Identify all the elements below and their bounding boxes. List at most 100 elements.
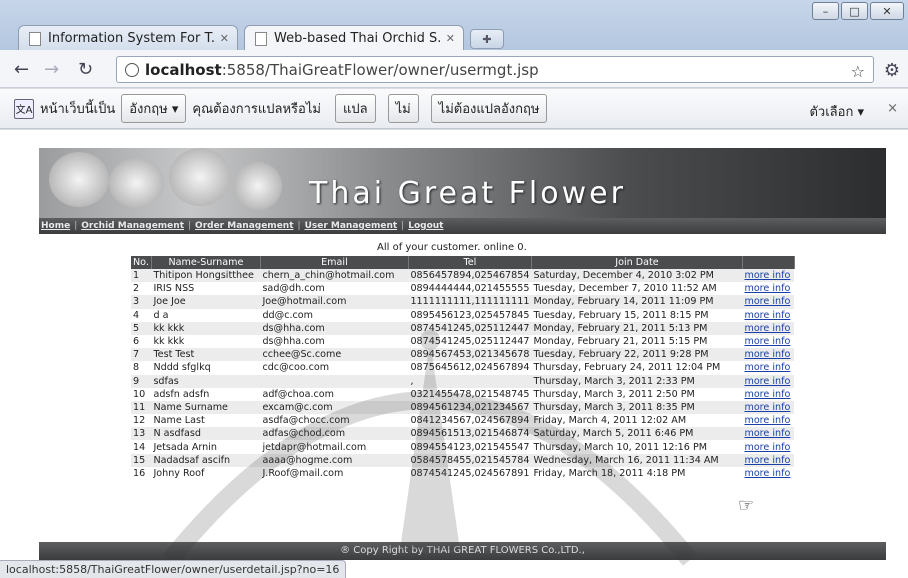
more-info-link[interactable]: more info <box>742 400 795 415</box>
menu-user-management[interactable]: User Management <box>305 221 398 231</box>
cell-no: 13 <box>131 427 152 441</box>
options-menu[interactable]: ตัวเลือก ▾ <box>809 101 864 122</box>
new-tab-button[interactable]: ✚ <box>470 29 504 49</box>
more-info-link[interactable]: more info <box>742 427 795 441</box>
cell-name: N asdfasd <box>151 427 261 441</box>
table-row: 10 adsfn adsfn adf@choa.com 0321455478,0215… <box>131 387 795 401</box>
more-info-link[interactable]: more info <box>742 387 795 401</box>
orchid-image <box>169 148 231 206</box>
cell-name: adsfn adsfn <box>151 387 261 401</box>
table-row: 3 Joe Joe Joe@hotmail.com 1111111111,111111… <box>131 295 795 309</box>
more-info-link[interactable]: more info <box>742 466 795 480</box>
cell-name: Joe Joe <box>151 295 261 309</box>
page-content: Thai Great Flower Home | Orchid Manageme… <box>0 130 908 578</box>
cell-tel: 0856457894,025467854 <box>408 269 532 283</box>
options-label: ตัวเลือก <box>809 105 854 120</box>
table-row: 12 Name Last asdfa@chocc.com 0841234567,024… <box>131 414 795 428</box>
site-title: Thai Great Flower <box>309 176 626 211</box>
cell-no: 14 <box>131 440 152 454</box>
table-row: 13 N asdfasd adfas@chod.com 0894561513,0215… <box>131 427 795 441</box>
more-info-link[interactable]: more info <box>742 453 795 467</box>
language-select[interactable]: อังกฤษ ▾ <box>121 94 187 123</box>
cell-name: kk kkk <box>151 334 261 349</box>
cell-no: 5 <box>131 321 152 335</box>
menu-home[interactable]: Home <box>41 221 70 231</box>
menu-logout[interactable]: Logout <box>408 221 443 231</box>
cell-email: excam@c.com <box>260 400 409 415</box>
wrench-icon[interactable]: ⚙ <box>884 60 900 81</box>
reload-icon[interactable]: ↻ <box>78 59 93 80</box>
header-tel: Tel <box>408 256 532 269</box>
customer-table: No. Name-Surname Email Tel Join Date 1 Th… <box>131 256 795 480</box>
close-window-button[interactable]: ✕ <box>870 2 904 20</box>
translate-button[interactable]: แปล <box>334 94 376 123</box>
cell-email: J.Roof@mail.com <box>260 466 409 480</box>
table-row: 5 kk kkk ds@hha.com 0874541245,025112447 Mon… <box>131 321 795 335</box>
minimize-button[interactable]: – <box>812 2 839 20</box>
more-info-link[interactable]: more info <box>742 321 795 335</box>
cell-join-date: Thursday, March 3, 2011 2:33 PM <box>531 374 743 388</box>
cell-join-date: Tuesday, December 7, 2010 11:52 AM <box>531 282 743 296</box>
tab-thai-orchid[interactable]: Web-based Thai Orchid S... ✕ <box>244 25 464 51</box>
cell-email: chern_a_chin@hotmail.com <box>260 269 409 283</box>
tab-title: Information System For T... <box>48 31 216 46</box>
close-tab-icon[interactable]: ✕ <box>446 32 455 45</box>
cell-email: cdc@coo.com <box>260 361 409 375</box>
more-info-link[interactable]: more info <box>742 361 795 375</box>
hand-cursor-icon: ☞ <box>738 495 755 516</box>
status-bar: localhost:5858/ThaiGreatFlower/owner/use… <box>0 560 347 578</box>
cell-join-date: Thursday, February 24, 2011 12:04 PM <box>531 361 743 375</box>
more-info-link[interactable]: more info <box>742 440 795 454</box>
tab-information-system[interactable]: Information System For T... ✕ <box>18 25 238 51</box>
cell-email: jetdapr@hotmail.com <box>260 440 409 454</box>
cell-join-date: Monday, February 21, 2011 5:15 PM <box>531 334 743 349</box>
more-info-link[interactable]: more info <box>742 295 795 309</box>
more-info-link[interactable]: more info <box>742 308 795 322</box>
cell-no: 6 <box>131 334 152 349</box>
site-banner: Thai Great Flower <box>39 148 886 218</box>
cell-tel: 0894554123,021545547 <box>408 440 532 454</box>
cell-no: 12 <box>131 414 152 428</box>
address-bar[interactable]: localhost :5858/ThaiGreatFlower/owner/us… <box>116 56 874 83</box>
more-info-link[interactable]: more info <box>742 334 795 349</box>
more-info-link[interactable]: more info <box>742 414 795 428</box>
cell-join-date: Friday, March 4, 2011 12:02 AM <box>531 414 743 428</box>
maximize-button[interactable]: □ <box>841 2 868 20</box>
close-icon[interactable]: × <box>887 101 898 116</box>
cell-tel: 0874541245,025112447 <box>408 334 532 349</box>
tab-title: Web-based Thai Orchid S... <box>274 31 442 46</box>
more-info-link[interactable]: more info <box>742 348 795 362</box>
bookmark-star-icon[interactable]: ☆ <box>851 62 865 81</box>
cell-tel: 0874541245,024567891 <box>408 466 532 480</box>
cell-email: asdfa@chocc.com <box>260 414 409 428</box>
cell-join-date: Thursday, March 3, 2011 2:50 PM <box>531 387 743 401</box>
forward-arrow-icon[interactable]: → <box>44 59 59 80</box>
menu-orchid-management[interactable]: Orchid Management <box>81 221 184 231</box>
more-info-link[interactable]: more info <box>742 282 795 296</box>
orchid-image <box>49 152 109 207</box>
menu-order-management[interactable]: Order Management <box>195 221 293 231</box>
cell-tel: 0894561513,021546874 <box>408 427 532 441</box>
cell-join-date: Saturday, December 4, 2010 3:02 PM <box>531 269 743 283</box>
cell-tel: 0894561234,021234567 <box>408 400 532 415</box>
globe-icon <box>125 62 139 77</box>
cell-name: Thitipon Hongsitthee <box>151 269 261 283</box>
url-path: :5858/ThaiGreatFlower/owner/usermgt.jsp <box>221 60 539 79</box>
table-row: 1 Thitipon Hongsitthee chern_a_chin@hotmai… <box>131 269 795 283</box>
table-row: 14 Jetsada Arnin jetdapr@hotmail.com 089455… <box>131 440 795 454</box>
cell-tel: 0894444444,021455555 <box>408 282 532 296</box>
back-arrow-icon[interactable]: ← <box>14 59 29 80</box>
translate-icon: 文A <box>14 98 34 119</box>
cell-join-date: Wednesday, March 16, 2011 11:34 AM <box>531 453 743 467</box>
cell-no: 1 <box>131 269 152 283</box>
more-info-link[interactable]: more info <box>742 374 795 388</box>
never-translate-button[interactable]: ไม่ต้องแปลอังกฤษ <box>430 94 548 123</box>
orchid-image <box>234 162 282 210</box>
cell-join-date: Tuesday, February 15, 2011 8:15 PM <box>531 308 743 322</box>
close-tab-icon[interactable]: ✕ <box>220 32 229 45</box>
no-button[interactable]: ไม่ <box>387 94 419 123</box>
more-info-link[interactable]: more info <box>742 269 795 283</box>
cell-email: adf@choa.com <box>260 387 409 401</box>
table-row: 8 Nddd sfglkq cdc@coo.com 0875645612,024567… <box>131 361 795 375</box>
cell-no: 7 <box>131 348 152 362</box>
